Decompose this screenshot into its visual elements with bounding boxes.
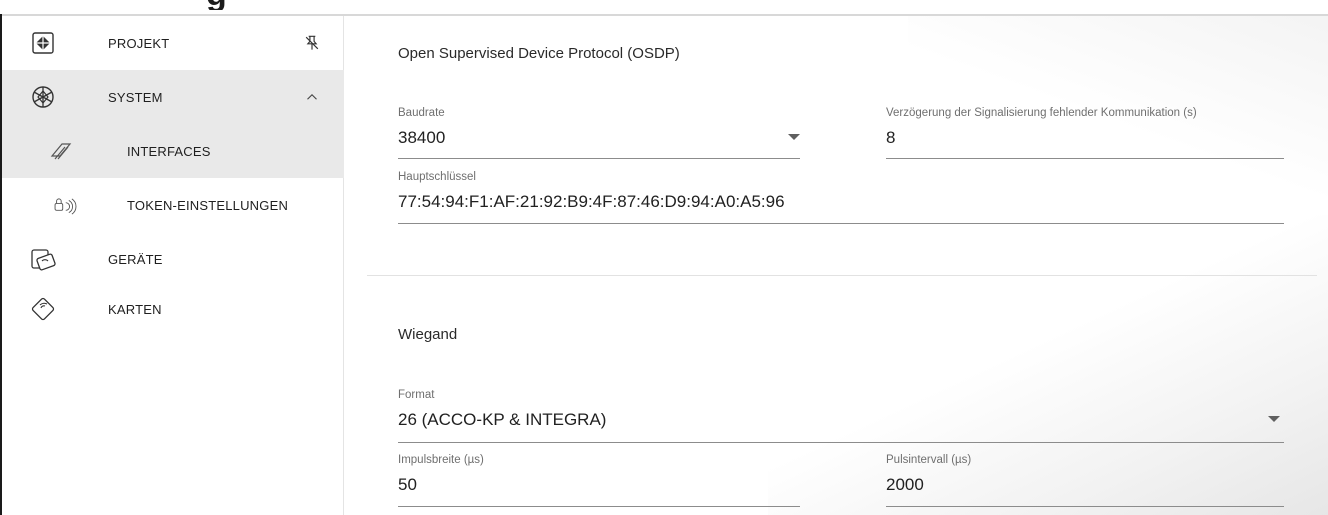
sidebar-item-interfaces[interactable]: INTERFACES [2, 124, 344, 178]
format-select[interactable]: Format 26 (ACCO-KP & INTEGRA) [398, 389, 1284, 443]
sidebar-item-label: SYSTEM [108, 89, 163, 105]
sidebar-item-label: TOKEN-EINSTELLUNGEN [127, 197, 289, 213]
pin-icon[interactable] [300, 31, 324, 55]
delay-value: 8 [886, 128, 896, 147]
pulse-width-value: 50 [398, 475, 417, 494]
sidebar-item-geraete[interactable]: GERÄTE [2, 232, 344, 286]
format-label: Format [398, 389, 435, 401]
chevron-up-icon[interactable] [300, 85, 324, 109]
cards-icon [30, 296, 56, 322]
pulse-width-field[interactable]: Impulsbreite (µs) 50 [398, 454, 800, 507]
baudrate-label: Baudrate [398, 107, 445, 119]
sidebar-item-label: INTERFACES [127, 143, 211, 159]
dropdown-arrow-icon[interactable] [788, 134, 800, 140]
sidebar-item-projekt[interactable]: PROJEKT [2, 16, 344, 70]
pulse-interval-value: 2000 [886, 475, 924, 494]
sidebar: PROJEKT SYSTEM INTERFACES TOKEN-EINSTELL… [2, 16, 344, 515]
baudrate-value: 38400 [398, 128, 446, 147]
main-content: Open Supervised Device Protocol (OSDP) B… [345, 16, 1328, 515]
devices-icon [30, 246, 56, 272]
main-key-field[interactable]: Hauptschlüssel 77:54:94:F1:AF:21:92:B9:4… [398, 171, 1284, 224]
section-divider [367, 275, 1317, 276]
token-icon [48, 192, 82, 218]
delay-label: Verzögerung der Signalisierung fehlender… [886, 107, 1197, 119]
system-icon [30, 84, 56, 110]
sidebar-item-label: KARTEN [108, 301, 162, 317]
main-key-label: Hauptschlüssel [398, 171, 476, 183]
sidebar-item-karten[interactable]: KARTEN [2, 282, 344, 336]
sidebar-item-system[interactable]: SYSTEM [2, 70, 344, 124]
sidebar-item-token-einstellungen[interactable]: TOKEN-EINSTELLUNGEN [2, 178, 344, 232]
baudrate-select[interactable]: Baudrate 38400 [398, 107, 800, 159]
pulse-width-label: Impulsbreite (µs) [398, 454, 484, 466]
top-strip [0, 0, 1328, 14]
osdp-section-title: Open Supervised Device Protocol (OSDP) [398, 45, 680, 62]
pulse-interval-label: Pulsintervall (µs) [886, 454, 972, 466]
heading-fragment: g [206, 0, 246, 10]
project-icon [30, 30, 56, 56]
delay-field[interactable]: Verzögerung der Signalisierung fehlender… [886, 107, 1284, 159]
sidebar-item-label: PROJEKT [108, 35, 170, 51]
format-value: 26 (ACCO-KP & INTEGRA) [398, 410, 607, 429]
interfaces-icon [48, 138, 74, 164]
main-key-value: 77:54:94:F1:AF:21:92:B9:4F:87:46:D9:94:A… [398, 192, 785, 211]
dropdown-arrow-icon[interactable] [1268, 416, 1280, 422]
pulse-interval-field[interactable]: Pulsintervall (µs) 2000 [886, 454, 1284, 507]
wiegand-section-title: Wiegand [398, 326, 458, 343]
sidebar-item-label: GERÄTE [108, 251, 163, 267]
